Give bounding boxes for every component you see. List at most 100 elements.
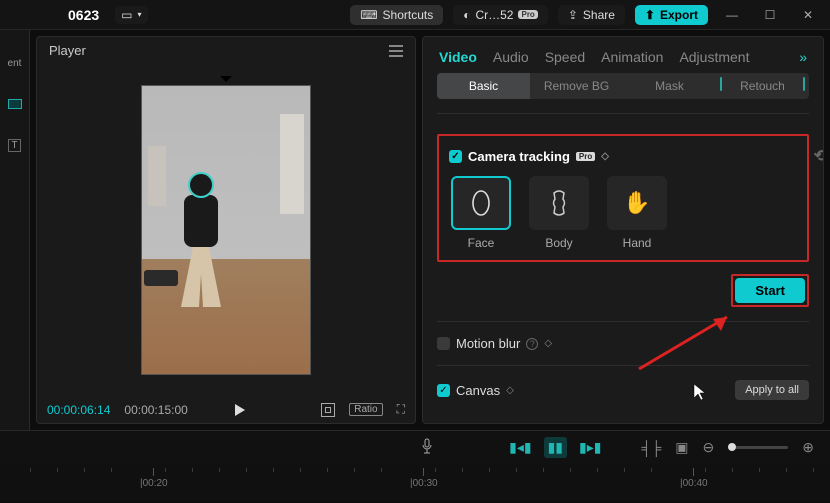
- pro-badge: Pro: [576, 152, 595, 161]
- properties-scroll[interactable]: ✓ Camera tracking Pro ◇ ⟲ Face: [423, 99, 823, 423]
- player-title: Player: [49, 43, 86, 58]
- scene-car: [144, 270, 178, 286]
- pro-badge: Pro: [518, 10, 537, 19]
- text-tool-icon[interactable]: T: [8, 139, 20, 152]
- video-frame: [141, 85, 311, 375]
- scene-person: [188, 172, 221, 307]
- camera-tracking-checkbox[interactable]: ✓: [449, 150, 462, 163]
- motion-blur-title: Motion blur: [456, 336, 520, 351]
- motion-blur-checkbox[interactable]: [437, 337, 450, 350]
- media-panel-snippet: ent: [8, 58, 22, 69]
- body-icon: [548, 189, 570, 217]
- subtab-mask[interactable]: Mask: [623, 73, 716, 99]
- mode-face-button[interactable]: [451, 176, 511, 230]
- mode-hand-button[interactable]: ✋: [607, 176, 667, 230]
- mic-icon[interactable]: [420, 438, 434, 457]
- canvas-row: ✓ Canvas ◇ Apply to all: [437, 380, 809, 400]
- tick-label: |00:40: [680, 478, 708, 489]
- split-icon[interactable]: ▮▮: [544, 437, 567, 458]
- scene-building-2: [148, 146, 166, 206]
- divider: [437, 321, 809, 322]
- window-minimize-button[interactable]: —: [718, 8, 746, 22]
- align-icon[interactable]: ╡╞: [641, 440, 661, 456]
- player-canvas[interactable]: [37, 64, 415, 396]
- hand-icon: ✋: [623, 190, 650, 216]
- subtab-basic[interactable]: Basic: [437, 73, 530, 99]
- divider: [437, 365, 809, 366]
- divider: [437, 113, 809, 114]
- face-detect-box: [188, 172, 214, 198]
- zoom-out-icon[interactable]: ⊖: [703, 439, 715, 456]
- start-highlight: Start: [731, 274, 809, 307]
- media-panel-edge: ent T: [0, 30, 30, 430]
- tab-adjustment[interactable]: Adjustment: [679, 49, 749, 65]
- export-icon: ⬆: [645, 8, 655, 22]
- tracking-modes: Face Body ✋ Hand: [449, 176, 797, 250]
- crop-icon[interactable]: [321, 403, 335, 417]
- mode-body-button[interactable]: [529, 176, 589, 230]
- share-label: Share: [583, 8, 615, 22]
- mode-body-label: Body: [545, 236, 572, 250]
- zoom-slider[interactable]: [728, 446, 788, 449]
- start-wrap: Start: [437, 274, 809, 307]
- bottom-toolbar: ▮◂▮ ▮▮ ▮▸▮ ╡╞ ▣ ⊖ ⊕: [0, 430, 830, 464]
- layers-icon[interactable]: ▣: [675, 439, 688, 456]
- diamond-icon[interactable]: ◇: [544, 338, 552, 349]
- tab-video[interactable]: Video: [439, 49, 477, 65]
- info-icon[interactable]: ?: [526, 338, 538, 350]
- zoom-in-icon[interactable]: ⊕: [802, 439, 814, 456]
- timecode-total: 00:00:15:00: [124, 403, 187, 417]
- coin-icon: ◐: [463, 8, 470, 22]
- motion-blur-row: Motion blur ? ◇: [437, 336, 809, 351]
- credits-label: Cr…52: [475, 8, 513, 22]
- player-panel: Player 00:00:06:14 00:00:15:00 Rati: [36, 36, 416, 424]
- title-bar: 0623 ▭ ▾ ⌨ Shortcuts ◐ Cr…52 Pro ⇪ Share…: [0, 0, 830, 30]
- keyboard-icon: ⌨: [360, 8, 377, 22]
- subtab-retouch[interactable]: Retouch: [716, 73, 809, 99]
- export-label: Export: [660, 8, 698, 22]
- project-title: 0623: [68, 7, 99, 23]
- player-menu-icon[interactable]: [389, 45, 403, 57]
- player-controls: 00:00:06:14 00:00:15:00 Ratio ⛶: [37, 396, 415, 423]
- subtab-remove-bg[interactable]: Remove BG: [530, 73, 623, 99]
- mode-face-label: Face: [468, 236, 495, 250]
- export-button[interactable]: ⬆ Export: [635, 5, 708, 25]
- start-button[interactable]: Start: [735, 278, 805, 303]
- shortcuts-label: Shortcuts: [383, 8, 434, 22]
- property-tabs: Video Audio Speed Animation Adjustment »: [423, 37, 823, 73]
- tab-speed[interactable]: Speed: [545, 49, 585, 65]
- video-subtabs: Basic Remove BG Mask Retouch: [437, 73, 809, 99]
- ratio-button[interactable]: Ratio: [349, 403, 382, 416]
- camera-tracking-section: ✓ Camera tracking Pro ◇ ⟲ Face: [437, 134, 809, 262]
- play-button[interactable]: [235, 404, 245, 416]
- split-left-icon[interactable]: ▮◂▮: [509, 439, 531, 456]
- canvas-title: Canvas: [456, 383, 500, 398]
- split-right-icon[interactable]: ▮▸▮: [579, 439, 601, 456]
- timeline-ruler[interactable]: |00:20 |00:30 |00:40: [0, 464, 830, 502]
- tabs-overflow-icon[interactable]: »: [799, 49, 807, 65]
- shortcuts-button[interactable]: ⌨ Shortcuts: [350, 5, 443, 25]
- diamond-icon[interactable]: ◇: [506, 385, 514, 396]
- share-icon: ⇪: [568, 8, 578, 22]
- apply-to-all-button[interactable]: Apply to all: [735, 380, 809, 400]
- media-thumb[interactable]: [8, 99, 22, 109]
- timecode-current[interactable]: 00:00:06:14: [47, 403, 110, 417]
- aspect-icon: ▭: [121, 8, 132, 22]
- reset-icon[interactable]: ⟲: [814, 146, 823, 166]
- tab-audio[interactable]: Audio: [493, 49, 529, 65]
- fullscreen-icon[interactable]: ⛶: [397, 402, 405, 417]
- canvas-checkbox[interactable]: ✓: [437, 384, 450, 397]
- window-maximize-button[interactable]: ☐: [756, 8, 784, 22]
- share-button[interactable]: ⇪ Share: [558, 5, 625, 25]
- tab-animation[interactable]: Animation: [601, 49, 663, 65]
- diamond-icon[interactable]: ◇: [601, 151, 609, 162]
- camera-tracking-title: Camera tracking: [468, 149, 570, 164]
- tick-label: |00:30: [410, 478, 438, 489]
- window-close-button[interactable]: ✕: [794, 8, 822, 22]
- properties-panel: Video Audio Speed Animation Adjustment »…: [422, 36, 824, 424]
- credits-button[interactable]: ◐ Cr…52 Pro: [453, 5, 548, 25]
- mode-hand-label: Hand: [623, 236, 652, 250]
- aspect-dropdown[interactable]: ▭ ▾: [115, 6, 147, 24]
- face-icon: [470, 189, 492, 217]
- chevron-down-icon: ▾: [138, 10, 142, 19]
